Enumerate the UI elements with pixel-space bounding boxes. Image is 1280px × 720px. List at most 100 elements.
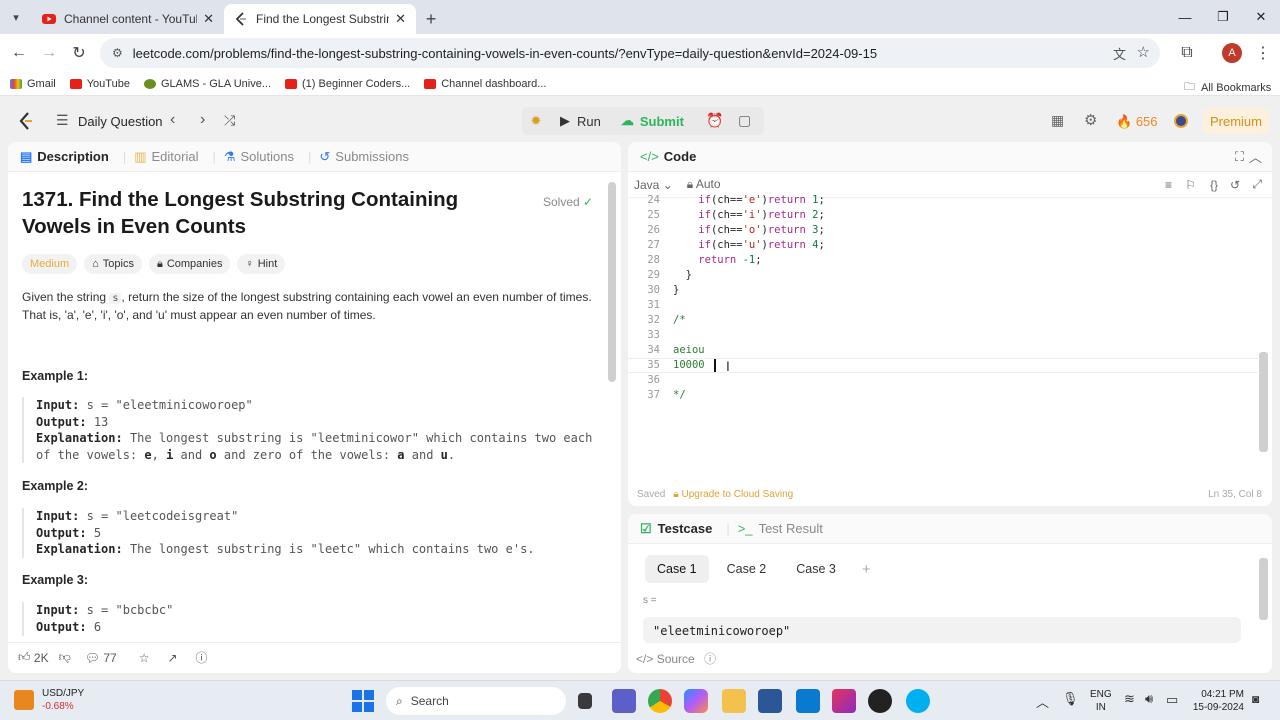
editor-scrollbar[interactable] [1259, 352, 1268, 452]
reset-icon[interactable]: ↺ [1230, 178, 1240, 192]
notes-icon[interactable]: ▢ [738, 112, 751, 129]
help-icon[interactable]: ⓘ [196, 649, 208, 666]
tab-test-result[interactable]: >_ Test Result [738, 521, 823, 536]
code-line[interactable]: 31 [628, 298, 673, 313]
fullscreen-icon[interactable]: ⛶ [1235, 149, 1244, 165]
topics-chip[interactable]: ⌂ Topics [84, 254, 142, 274]
collapse-icon[interactable]: ︿ [1249, 147, 1262, 166]
bookmark-glams[interactable]: GLAMS - GLA Unive... [143, 78, 271, 90]
bookmark-star-icon[interactable]: ☆ [1137, 43, 1150, 61]
case-3-tab[interactable]: Case 3 [784, 555, 848, 583]
omnibox[interactable]: ⚙ leetcode.com/problems/find-the-longest… [100, 38, 1160, 68]
shuffle-icon[interactable]: ⤮ [224, 112, 235, 129]
copilot-icon[interactable] [684, 689, 708, 713]
browser-tab-leetcode[interactable]: Find the Longest Substring Co ✕ [224, 4, 416, 34]
language-select[interactable]: Java ⌄ [634, 178, 673, 192]
code-line[interactable]: 33 [628, 328, 673, 343]
format-icon[interactable]: ≡ [1165, 178, 1172, 192]
volume-icon[interactable]: 🔊︎ [1145, 691, 1153, 707]
tab-submissions[interactable]: ↺ Submissions [319, 149, 409, 165]
tab-description[interactable]: ▤ Description [20, 149, 109, 165]
hint-chip[interactable]: ♀ Hint [237, 254, 286, 274]
maximize-button[interactable]: ❐ [1204, 0, 1242, 34]
close-tab-icon[interactable]: ✕ [395, 11, 406, 27]
tab-testcase[interactable]: ☑ Testcase [640, 521, 712, 537]
prev-problem-icon[interactable]: ‹ [170, 111, 175, 129]
case-2-tab[interactable]: Case 2 [715, 555, 779, 583]
battery-icon[interactable]: ▭ [1166, 692, 1178, 708]
daily-question-link[interactable]: Daily Question [78, 114, 163, 129]
wifi-icon[interactable]: ≋ [1124, 691, 1135, 707]
translate-icon[interactable]: 文 [1113, 44, 1126, 63]
code-line[interactable]: 34 aeiou [628, 343, 704, 358]
tab-solutions[interactable]: ⚗ Solutions [224, 149, 294, 165]
bookmark-beginner-coders[interactable]: (1) Beginner Coders... [285, 78, 410, 90]
source-link[interactable]: </> Source ⓘ [636, 650, 716, 667]
chrome-icon[interactable] [648, 689, 672, 713]
code-line[interactable]: 25 if(ch=='i')return 2; [628, 208, 824, 223]
bookmark-icon[interactable]: ⚐ [1185, 178, 1196, 192]
tab-editorial[interactable]: ▥ Editorial [134, 149, 198, 165]
close-window-button[interactable]: ✕ [1242, 0, 1280, 34]
task-view-icon[interactable] [578, 693, 592, 709]
add-case-icon[interactable]: + [862, 561, 871, 578]
notifications-icon[interactable]: ◙ [1252, 692, 1259, 706]
code-line[interactable]: 29 } [628, 268, 692, 283]
comments-button[interactable]: 💬︎ 77 [85, 651, 117, 665]
bookmark-gmail[interactable]: Gmail [10, 78, 56, 90]
widgets-button[interactable]: USD/JPY -0.68% [14, 687, 84, 713]
code-line[interactable]: 36 [628, 373, 673, 388]
run-button[interactable]: ▶ Run [560, 113, 601, 129]
testcase-scrollbar[interactable] [1259, 558, 1268, 620]
file-explorer-icon[interactable] [722, 689, 746, 713]
teams-icon[interactable] [612, 689, 636, 713]
vscode-icon[interactable] [796, 689, 820, 713]
bookmark-channel-dashboard[interactable]: Channel dashboard... [424, 78, 546, 90]
camera-app-icon[interactable] [868, 689, 892, 713]
back-button[interactable]: ← [4, 38, 34, 68]
expand-icon[interactable]: ⤢ [1252, 177, 1262, 192]
forward-button[interactable]: → [34, 38, 64, 68]
timer-icon[interactable]: ⏰ [706, 112, 723, 129]
share-icon[interactable]: ↗ [167, 651, 177, 665]
settings-icon[interactable]: ⚙ [1084, 111, 1097, 129]
next-problem-icon[interactable]: › [200, 111, 205, 129]
auto-mode[interactable]: 🔒︎ Auto [687, 177, 721, 192]
code-line[interactable]: 32/* [628, 313, 685, 328]
tab-search-button[interactable]: ▾ [0, 0, 32, 34]
problem-list-icon[interactable]: ☰ [56, 112, 69, 129]
braces-icon[interactable]: {} [1210, 178, 1218, 192]
dislike-icon[interactable]: 👎︎ [59, 650, 71, 665]
bookmark-youtube[interactable]: YouTube [69, 78, 130, 90]
case-1-tab[interactable]: Case 1 [645, 555, 709, 583]
extensions-icon[interactable]: ⧉ [1172, 38, 1202, 68]
new-tab-button[interactable]: + [416, 4, 446, 34]
tray-overflow-icon[interactable]: ︿ [1036, 692, 1049, 711]
streak-counter[interactable]: 🔥 656 [1116, 114, 1158, 130]
premium-button[interactable]: Premium [1203, 108, 1269, 134]
all-bookmarks[interactable]: 🗀 All Bookmarks [1184, 78, 1271, 97]
testcase-input[interactable]: "eleetminicoworoep" [643, 617, 1241, 643]
user-avatar[interactable] [1174, 114, 1188, 128]
start-button[interactable] [352, 690, 374, 712]
like-button[interactable]: 👍︎ 2K [18, 650, 49, 665]
code-line[interactable]: 30} [628, 283, 679, 298]
debug-icon[interactable]: ✹ [522, 113, 550, 129]
code-line[interactable]: 37 */ [628, 388, 685, 403]
layout-icon[interactable]: ▦ [1051, 112, 1064, 129]
microphone-icon[interactable]: 🎙︎ [1062, 691, 1079, 707]
upgrade-link[interactable]: 🔒︎ Upgrade to Cloud Saving [673, 489, 793, 500]
intellij-icon[interactable] [832, 689, 856, 713]
close-tab-icon[interactable]: ✕ [203, 11, 214, 27]
code-line[interactable]: 24 if(ch=='e')return 1; [628, 193, 824, 208]
browser-tab-youtube[interactable]: Channel content - YouTube Stu ✕ [32, 4, 224, 34]
companies-chip[interactable]: 🔒︎ Companies [148, 254, 231, 274]
clock[interactable]: 04:21 PM 15-09-2024 [1190, 688, 1244, 714]
leetcode-logo[interactable] [18, 112, 34, 130]
scrollbar[interactable] [608, 182, 616, 382]
skype-icon[interactable] [906, 689, 930, 713]
code-line[interactable]: 26 if(ch=='o')return 3; [628, 223, 824, 238]
reload-button[interactable]: ↻ [64, 38, 94, 68]
site-info-icon[interactable]: ⚙ [112, 46, 123, 60]
submit-button[interactable]: ☁ Submit [621, 113, 684, 129]
